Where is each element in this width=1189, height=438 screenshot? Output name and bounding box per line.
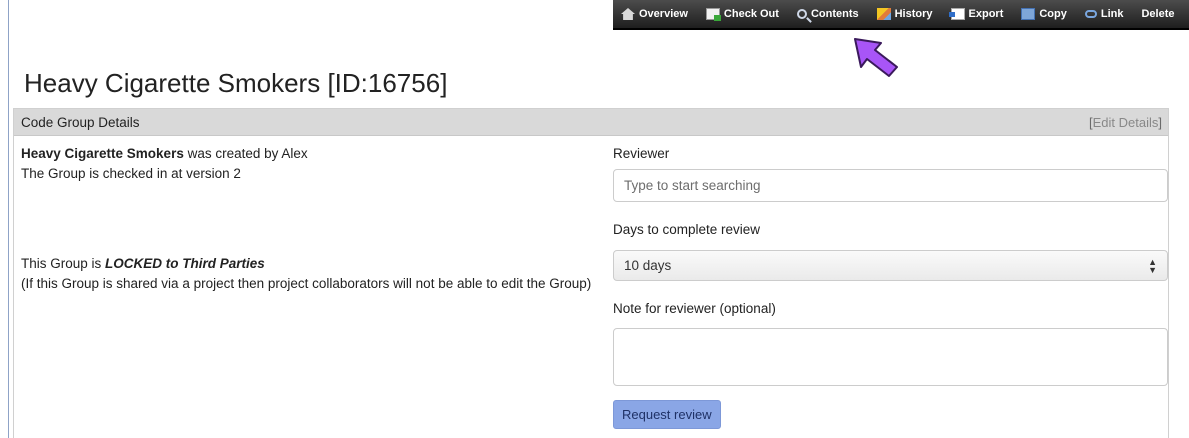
toolbar-history[interactable]: History (876, 8, 933, 20)
created-by-text: was created by Alex (183, 146, 308, 161)
note-textarea[interactable] (613, 328, 1168, 386)
toolbar-check-out[interactable]: Check Out (705, 8, 779, 21)
checkout-icon (705, 8, 721, 21)
toolbar-link[interactable]: Link (1084, 8, 1124, 20)
lock-status: LOCKED to Third Parties (105, 256, 265, 271)
history-icon (876, 8, 891, 20)
lock-prefix: This Group is (21, 256, 106, 271)
toolbar-copy-label: Copy (1039, 8, 1067, 20)
group-info: Heavy Cigarette Smokers was created by A… (21, 144, 601, 291)
toolbar-overview-label: Overview (639, 8, 688, 20)
link-icon (1084, 10, 1097, 18)
created-by-line: Heavy Cigarette Smokers was created by A… (21, 144, 601, 164)
panel-header: Code Group Details [Edit Details] (14, 109, 1168, 136)
toolbar-contents-label: Contents (810, 8, 859, 20)
search-icon (796, 9, 807, 19)
group-name: Heavy Cigarette Smokers (21, 146, 184, 161)
pointer-arrow-icon (854, 38, 898, 77)
days-select[interactable]: 10 days ▲ ▼ (613, 250, 1168, 281)
toolbar-export-label: Export (968, 8, 1004, 20)
toolbar-link-label: Link (1100, 8, 1124, 20)
lock-note: (If this Group is shared via a project t… (21, 276, 592, 291)
reviewer-search-input[interactable] (613, 169, 1168, 202)
toolbar-history-label: History (894, 8, 933, 20)
toolbar-contents[interactable]: Contents (796, 8, 859, 20)
page-title: Heavy Cigarette Smokers [ID:16756] (24, 68, 448, 98)
top-toolbar: Overview Check Out Contents History Expo… (613, 0, 1189, 30)
days-label: Days to complete review (613, 222, 761, 237)
lock-info: This Group is LOCKED to Third Parties (I… (21, 254, 601, 294)
panel-title: Code Group Details (21, 114, 140, 130)
copy-icon (1021, 8, 1036, 20)
toolbar-delete-label: Delete (1141, 8, 1175, 20)
version-line: The Group is checked in at version 2 (21, 166, 241, 181)
reviewer-label: Reviewer (613, 146, 670, 161)
toolbar-overview[interactable]: Overview (621, 8, 688, 20)
lock-line: This Group is LOCKED to Third Parties (21, 254, 601, 274)
toolbar-check-out-label: Check Out (723, 8, 779, 20)
request-review-button[interactable]: Request review (613, 400, 721, 429)
home-icon (621, 8, 635, 20)
edit-details-link[interactable]: Edit Details (1093, 115, 1159, 130)
note-label: Note for reviewer (optional) (613, 301, 776, 316)
select-arrows-icon: ▲ ▼ (1148, 256, 1157, 275)
days-select-value: 10 days (624, 258, 672, 273)
edit-details-link-wrapper: [Edit Details] (1089, 115, 1162, 130)
edit-bracket-close: ] (1158, 114, 1162, 130)
export-icon (948, 8, 965, 20)
toolbar-delete[interactable]: Delete (1141, 8, 1174, 20)
toolbar-copy[interactable]: Copy (1021, 8, 1067, 20)
code-group-details-panel: Code Group Details [Edit Details] Heavy … (13, 108, 1169, 438)
toolbar-export[interactable]: Export (948, 8, 1004, 20)
